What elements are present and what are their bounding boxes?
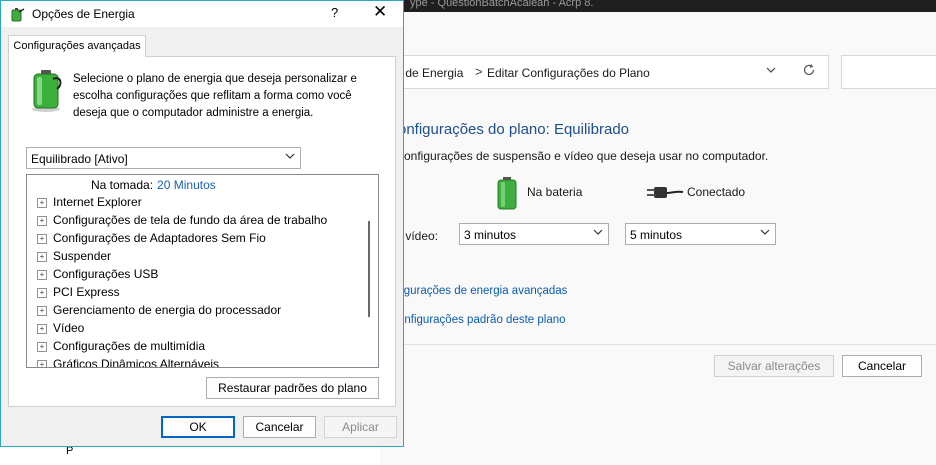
expand-icon[interactable]: + <box>37 234 47 244</box>
battery-icon <box>27 67 65 113</box>
tree-scrollbar[interactable] <box>368 221 370 317</box>
tree-item[interactable]: + Configurações de tela de fundo da área … <box>37 213 327 231</box>
tree-item-label: Internet Explorer <box>53 195 142 209</box>
expand-icon[interactable]: + <box>37 360 47 367</box>
tree-item-label: Configurações de multimídia <box>53 339 206 353</box>
column-plugged: Conectado <box>687 185 746 199</box>
power-options-dialog: Opções de Energia ? ✕ Configurações avan… <box>0 0 404 447</box>
cancel-button[interactable]: Cancelar <box>243 416 316 438</box>
video-row-label: r vídeo: <box>398 229 439 243</box>
tree-item[interactable]: + Suspender <box>37 249 111 267</box>
plan-select-value: Equilibrado [Ativo] <box>31 152 128 166</box>
dialog-titlebar[interactable]: Opções de Energia ? ✕ <box>1 1 403 27</box>
tree-subitem-label: Na tomada: <box>91 178 154 192</box>
tree-item-label: Vídeo <box>53 321 85 335</box>
restore-defaults-link[interactable]: onfigurações padrão deste plano <box>398 314 566 326</box>
column-battery: Na bateria <box>527 185 583 199</box>
background-stub-text: P <box>66 445 74 457</box>
background-window-title: ype - QuestionBatchAcaleah - Acrp 8. <box>410 0 594 9</box>
battery-video-value: 3 minutos <box>464 228 517 242</box>
tree-item-label: Configurações de Adaptadores Sem Fio <box>53 231 266 245</box>
expand-icon[interactable]: + <box>37 216 47 226</box>
breadcrumb-current[interactable]: Editar Configurações do Plano <box>487 66 650 80</box>
breadcrumb-prev[interactable]: s de Energia <box>396 66 463 80</box>
chevron-down-icon <box>285 151 295 164</box>
battery-video-select[interactable]: 3 minutos <box>459 223 609 245</box>
page-title: onfigurações do plano: Equilibrado <box>398 121 629 138</box>
advanced-settings-link[interactable]: figurações de energia avançadas <box>398 285 567 297</box>
tree-item-label: Gráficos Dinâmicos Alternáveis <box>53 357 220 368</box>
page-subtitle: configurações de suspensão e vídeo que d… <box>398 149 769 163</box>
plugged-video-select[interactable]: 5 minutos <box>625 223 776 245</box>
tab-advanced-settings[interactable]: Configurações avançadas <box>8 35 146 57</box>
tree-item[interactable]: + PCI Express <box>37 285 120 303</box>
power-options-icon <box>9 6 25 22</box>
tree-subitem-value[interactable]: 20 Minutos <box>157 178 216 192</box>
expand-icon[interactable]: + <box>37 306 47 316</box>
expand-icon[interactable]: + <box>37 288 47 298</box>
tree-item[interactable]: + Configurações de Adaptadores Sem Fio <box>37 231 266 249</box>
tree-subitem[interactable]: Na tomada: 20 Minutos <box>91 178 216 192</box>
tree-item-label: Gerenciamento de energia do processador <box>53 303 282 317</box>
breadcrumb-separator: > <box>475 64 483 79</box>
tree-item-label: Configurações de tela de fundo da área d… <box>53 213 328 227</box>
chevron-down-icon <box>593 227 603 240</box>
chevron-down-icon[interactable] <box>766 64 776 78</box>
expand-icon[interactable]: + <box>37 252 47 262</box>
refresh-icon[interactable] <box>802 63 816 80</box>
apply-button[interactable]: Aplicar <box>324 416 397 438</box>
expand-icon[interactable]: + <box>37 270 47 280</box>
ok-button[interactable]: OK <box>161 416 235 438</box>
tree-item[interactable]: + Gráficos Dinâmicos Alternáveis <box>37 357 220 368</box>
background-cancel-button[interactable]: Cancelar <box>842 355 922 377</box>
address-bar[interactable]: s de Energia > Editar Configurações do P… <box>385 55 829 89</box>
tree-item-label: PCI Express <box>53 285 120 299</box>
help-icon[interactable]: ? <box>331 5 338 20</box>
tree-item[interactable]: + Vídeo <box>37 321 84 339</box>
close-icon[interactable]: ✕ <box>373 2 387 22</box>
plugged-video-value: 5 minutos <box>630 228 683 242</box>
battery-icon <box>494 176 520 210</box>
tree-item-label: Configurações USB <box>53 267 159 281</box>
divider <box>398 344 936 345</box>
expand-icon[interactable]: + <box>37 324 47 334</box>
dialog-description: Selecione o plano de energia que deseja … <box>73 73 357 119</box>
save-changes-button[interactable]: Salvar alterações <box>714 355 834 377</box>
restore-plan-defaults-button[interactable]: Restaurar padrões do plano <box>206 377 379 399</box>
tree-item[interactable]: + Configurações USB <box>37 267 158 285</box>
expand-icon[interactable]: + <box>37 198 47 208</box>
plan-select[interactable]: Equilibrado [Ativo] <box>26 147 301 169</box>
tree-item[interactable]: + Internet Explorer <box>37 195 142 213</box>
plug-icon <box>646 181 684 205</box>
settings-tree[interactable]: Na tomada: 20 Minutos + Internet Explorer … <box>26 174 379 368</box>
tree-item[interactable]: + Configurações de multimídia <box>37 339 205 357</box>
tree-item-label: Suspender <box>53 249 112 263</box>
chevron-down-icon <box>760 227 770 240</box>
expand-icon[interactable]: + <box>37 342 47 352</box>
search-input[interactable] <box>841 55 936 89</box>
dialog-title: Opções de Energia <box>32 7 135 21</box>
tree-item[interactable]: + Gerenciamento de energia do processador <box>37 303 281 321</box>
